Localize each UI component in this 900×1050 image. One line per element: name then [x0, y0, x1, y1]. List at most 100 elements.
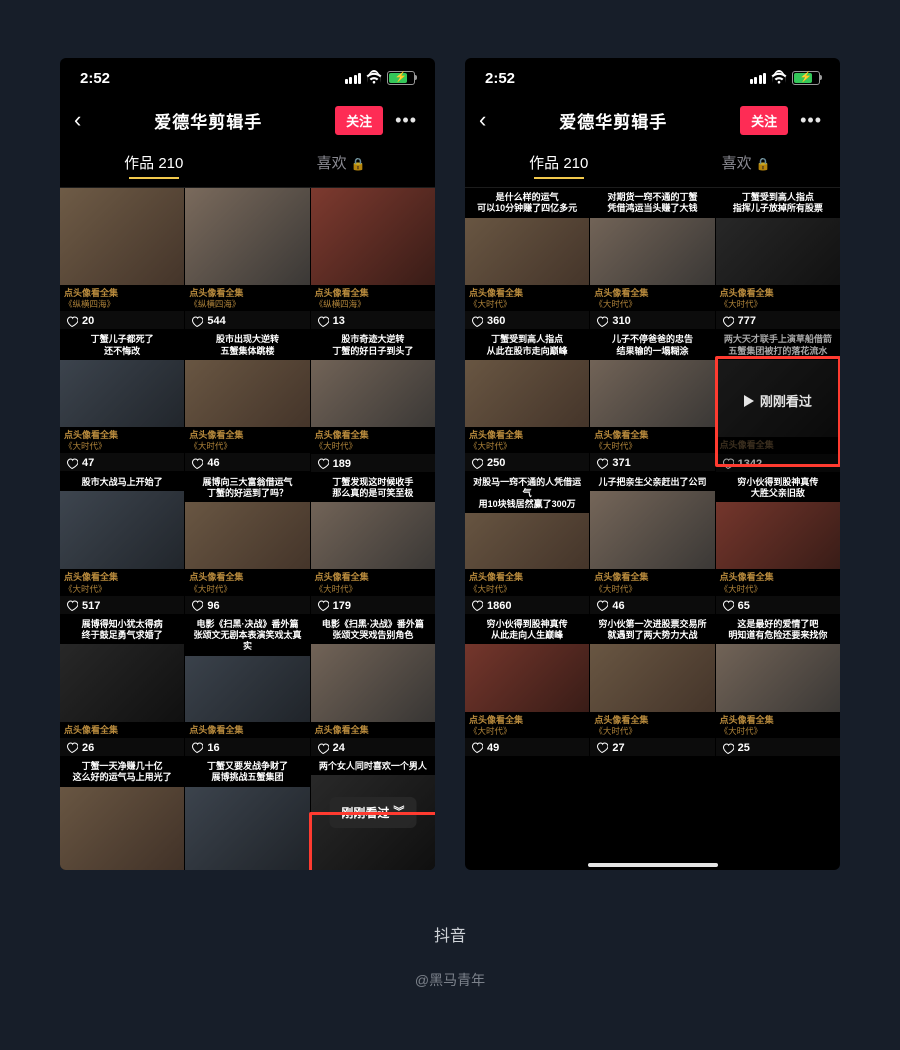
status-indicators: ⚡: [345, 71, 416, 85]
video-title-overlay: 丁蟹一天净赚几十亿这么好的运气马上用光了: [60, 757, 184, 787]
just-watched-chip[interactable]: 刚刚看过︾: [329, 797, 416, 828]
video-cell[interactable]: 点头像看全集《纵横四海》 544: [185, 188, 309, 329]
video-cell[interactable]: 丁蟹又要发战争财了展博挑战五蟹集团: [185, 757, 309, 870]
video-cell[interactable]: 股市奇迹大逆转丁蟹的好日子到头了点头像看全集《大时代》189: [311, 330, 435, 471]
video-cell[interactable]: 丁蟹受到高人指点指挥儿子放掉所有股票点头像看全集《大时代》777: [716, 188, 840, 329]
follow-button[interactable]: 关注: [740, 106, 788, 135]
series-label: 点头像看全集: [469, 288, 585, 299]
profile-title: 爱德华剪辑手: [494, 108, 732, 133]
video-cell[interactable]: 丁蟹一天净赚几十亿这么好的运气马上用光了: [60, 757, 184, 870]
video-cell[interactable]: 穷小伙得到股神真传大胜父亲旧敌点头像看全集《大时代》65: [716, 473, 840, 614]
tab-works[interactable]: 作品 210: [465, 152, 653, 173]
video-cell[interactable]: 电影《扫黑·决战》番外篇张颂文无剧本表演笑戏太真实点头像看全集16: [185, 615, 309, 756]
video-cell[interactable]: 穷小伙第一次进股票交易所就遇到了两大势力大战点头像看全集《大时代》27: [590, 615, 714, 756]
video-title-overlay: 儿子不停爸爸的忠告结果输的一塌糊涂: [590, 330, 714, 360]
video-series-overlay: 点头像看全集《大时代》: [716, 712, 840, 738]
follow-button[interactable]: 关注: [335, 106, 383, 135]
like-count: 1860: [471, 600, 511, 612]
profile-tabs: 作品 210 喜欢 🔒: [60, 142, 435, 182]
video-cell[interactable]: 点头像看全集《纵横四海》20: [60, 188, 184, 329]
video-series-overlay: 点头像看全集: [311, 722, 435, 738]
video-cell[interactable]: 丁蟹儿子都死了还不悔改点头像看全集《大时代》47: [60, 330, 184, 471]
wifi-icon: [365, 71, 383, 85]
video-series-overlay: 点头像看全集: [60, 722, 184, 738]
video-title-overlay: 展博得知小犹太得病终于鼓足勇气求婚了: [60, 615, 184, 645]
like-count: 360: [471, 315, 505, 327]
video-title-overlay: 两个女人同时喜欢一个男人: [311, 757, 435, 775]
video-series-overlay: 点头像看全集《大时代》: [60, 427, 184, 453]
just-watched-overlay[interactable]: 刚刚看过: [716, 330, 840, 471]
video-series-overlay: 点头像看全集《纵横四海》: [60, 285, 184, 311]
video-cell[interactable]: 丁蟹发现这时候收手那么真的是可笑至极点头像看全集《大时代》179: [311, 473, 435, 614]
series-label: 点头像看全集: [315, 572, 431, 583]
tab-likes[interactable]: 喜欢 🔒: [248, 152, 436, 173]
video-grid[interactable]: 点头像看全集《纵横四海》20点头像看全集《纵横四海》544点头像看全集《纵横四海…: [60, 188, 435, 870]
series-sub: 《纵横四海》: [64, 299, 180, 309]
video-grid[interactable]: 是什么样的运气可以10分钟赚了四亿多元点头像看全集《大时代》360对期货一窍不通…: [465, 188, 840, 756]
video-title-overlay: 穷小伙第一次进股票交易所就遇到了两大势力大战: [590, 615, 714, 645]
like-count: 517: [66, 600, 100, 612]
series-sub: 《大时代》: [189, 441, 305, 451]
chevron-down-icon: ︾: [393, 807, 404, 818]
video-title-overlay: 股市奇迹大逆转丁蟹的好日子到头了: [311, 330, 435, 360]
series-sub: 《大时代》: [469, 299, 585, 309]
video-title-overlay: 丁蟹儿子都死了还不悔改: [60, 330, 184, 360]
series-label: 点头像看全集: [469, 430, 585, 441]
like-count: 25: [722, 742, 750, 754]
series-label: 点头像看全集: [469, 715, 585, 726]
tab-works[interactable]: 作品 210: [60, 152, 248, 173]
video-cell[interactable]: 点头像看全集《纵横四海》13: [311, 188, 435, 329]
heart-icon: [66, 458, 78, 469]
heart-icon: [191, 742, 203, 753]
series-label: 点头像看全集: [469, 572, 585, 583]
video-cell[interactable]: 这是最好的爱情了吧明知道有危险还要来找你点头像看全集《大时代》25: [716, 615, 840, 756]
video-cell[interactable]: 儿子不停爸爸的忠告结果输的一塌糊涂点头像看全集《大时代》371: [590, 330, 714, 471]
video-cell[interactable]: 儿子把亲生父亲赶出了公司点头像看全集《大时代》46: [590, 473, 714, 614]
video-cell[interactable]: 展博得知小犹太得病终于鼓足勇气求婚了点头像看全集26: [60, 615, 184, 756]
tab-likes[interactable]: 喜欢 🔒: [653, 152, 841, 173]
back-button[interactable]: ‹: [479, 107, 486, 133]
heart-icon: [471, 600, 483, 611]
video-cell[interactable]: 展博向三大富翁借运气丁蟹的好运到了吗？点头像看全集《大时代》96: [185, 473, 309, 614]
video-title-overlay: 对股马一窍不通的人凭借运气用10块钱居然赢了300万: [465, 473, 589, 514]
series-label: 点头像看全集: [594, 288, 710, 299]
like-count: 544: [191, 315, 225, 327]
series-label: 点头像看全集: [594, 430, 710, 441]
profile-title: 爱德华剪辑手: [89, 108, 327, 133]
video-title-overlay: 展博向三大富翁借运气丁蟹的好运到了吗？: [185, 473, 309, 503]
wifi-icon: [770, 71, 788, 85]
video-cell[interactable]: 对股马一窍不通的人凭借运气用10块钱居然赢了300万点头像看全集《大时代》 186…: [465, 473, 589, 614]
series-sub: 《大时代》: [64, 584, 180, 594]
video-title-overlay: 丁蟹又要发战争财了展博挑战五蟹集团: [185, 757, 309, 787]
video-cell[interactable]: 对期货一窍不通的丁蟹凭借鸿运当头赚了大钱点头像看全集《大时代》310: [590, 188, 714, 329]
video-cell[interactable]: 电影《扫黑·决战》番外篇张颂文哭戏告别角色点头像看全集24: [311, 615, 435, 756]
video-series-overlay: 点头像看全集《大时代》: [590, 427, 714, 453]
video-title-overlay: 股市大战马上开始了: [60, 473, 184, 491]
video-series-overlay: 点头像看全集《纵横四海》: [185, 285, 309, 311]
lock-icon: 🔒: [756, 157, 771, 171]
video-cell[interactable]: 股市出现大逆转五蟹集体跳楼点头像看全集《大时代》46: [185, 330, 309, 471]
caption-app-name: 抖音: [0, 922, 900, 946]
video-cell[interactable]: 两大天才联手上演草船借箭五蟹集团被打的落花流水点头像看全集1342刚刚看过: [716, 330, 840, 471]
video-cell[interactable]: 股市大战马上开始了点头像看全集《大时代》517: [60, 473, 184, 614]
video-cell[interactable]: 穷小伙得到股神真传从此走向人生巅峰点头像看全集《大时代》49: [465, 615, 589, 756]
video-series-overlay: 点头像看全集《大时代》: [465, 712, 589, 738]
like-count: 16: [191, 742, 219, 754]
series-sub: 《纵横四海》: [189, 299, 305, 309]
video-cell[interactable]: 是什么样的运气可以10分钟赚了四亿多元点头像看全集《大时代》360: [465, 188, 589, 329]
more-button[interactable]: •••: [796, 110, 826, 131]
video-cell[interactable]: 丁蟹受到高人指点从此在股市走向巅峰点头像看全集《大时代》250: [465, 330, 589, 471]
back-button[interactable]: ‹: [74, 107, 81, 133]
video-series-overlay: 点头像看全集《大时代》: [465, 569, 589, 595]
more-button[interactable]: •••: [391, 110, 421, 131]
series-label: 点头像看全集: [64, 430, 180, 441]
home-indicator[interactable]: [588, 863, 718, 867]
series-sub: 《大时代》: [315, 441, 431, 451]
series-label: 点头像看全集: [720, 715, 836, 726]
video-cell[interactable]: 两个女人同时喜欢一个男人刚刚看过︾: [311, 757, 435, 870]
heart-icon: [191, 316, 203, 327]
heart-icon: [596, 600, 608, 611]
heart-icon: [191, 600, 203, 611]
video-series-overlay: 点头像看全集《大时代》: [716, 285, 840, 311]
like-count: 65: [722, 600, 750, 612]
